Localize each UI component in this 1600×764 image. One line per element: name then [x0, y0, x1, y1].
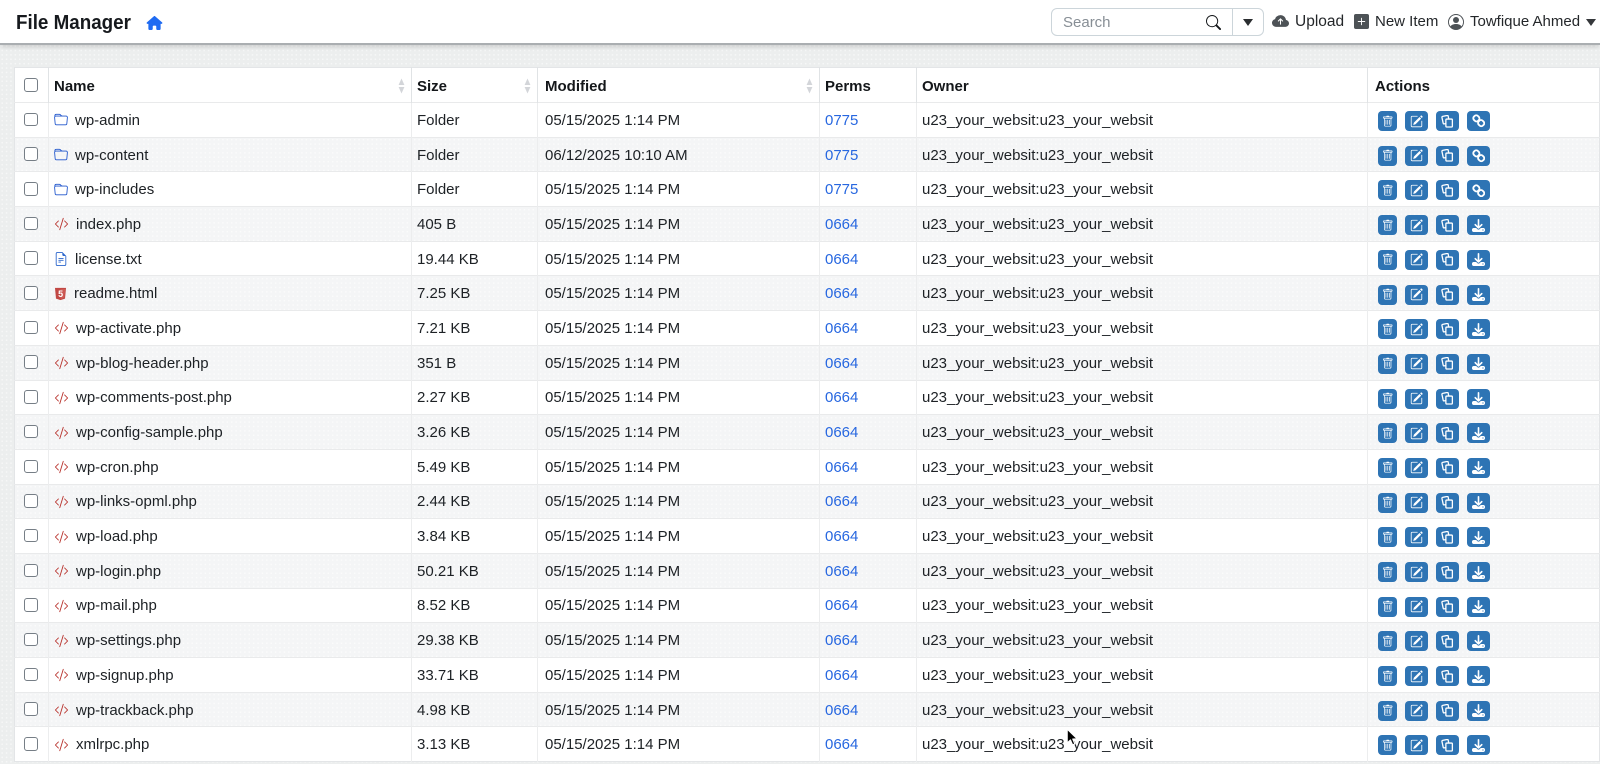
svg-text:5: 5: [58, 289, 63, 299]
